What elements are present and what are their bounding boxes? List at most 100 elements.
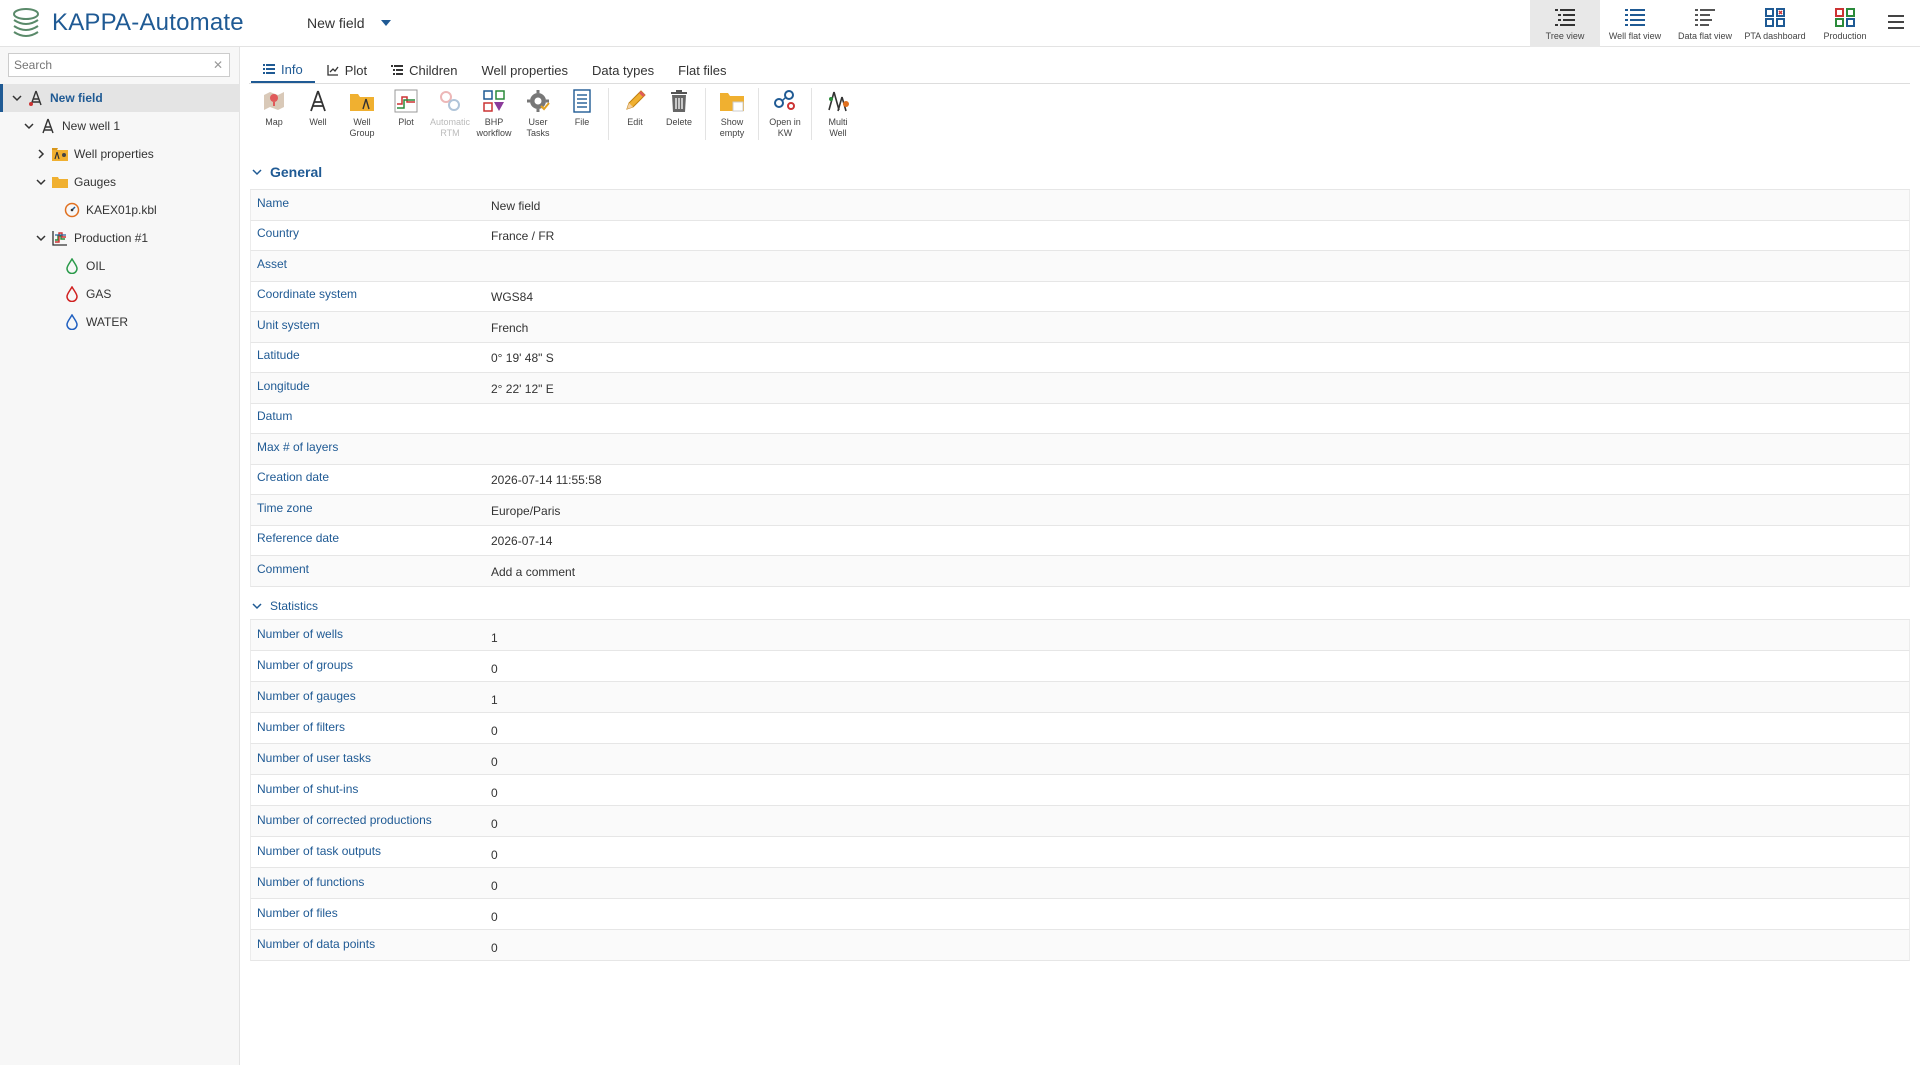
delete-button[interactable]: Delete xyxy=(657,88,701,148)
property-value: New field xyxy=(491,198,541,213)
open-in-kw-button[interactable]: Open in KW xyxy=(763,88,807,148)
tree-item-gauges[interactable]: Gauges xyxy=(0,168,240,196)
well-group-button[interactable]: Well Group xyxy=(340,88,384,148)
tree-item-label: GAS xyxy=(86,287,112,301)
general-section-header[interactable]: General xyxy=(252,164,322,180)
general-row: Name New field xyxy=(250,190,1910,221)
property-value[interactable]: Add a comment xyxy=(491,556,1909,586)
user-tasks-button[interactable]: User Tasks xyxy=(516,88,560,148)
general-row: Reference date 2026-07-14 xyxy=(250,525,1910,556)
statistic-row: Number of task outputs 0 xyxy=(250,837,1910,868)
production-button[interactable]: Production xyxy=(1810,0,1880,47)
well-flat-view-button[interactable]: Well flat view xyxy=(1600,0,1670,47)
general-row: Unit system French xyxy=(250,312,1910,343)
tree-item-gas[interactable]: GAS xyxy=(0,280,240,308)
tree-item-water[interactable]: WATER xyxy=(0,308,240,336)
kappa-logo-icon[interactable] xyxy=(9,6,43,40)
tab-well-properties[interactable]: Well properties xyxy=(470,57,580,83)
well-button[interactable]: Well xyxy=(296,88,340,148)
tree-item-label: New field xyxy=(50,91,103,105)
view-switcher: Tree view Well flat view Data flat view xyxy=(1530,0,1880,47)
view-label: PTA dashboard xyxy=(1744,31,1806,41)
tab-plot[interactable]: Plot xyxy=(315,57,379,83)
tab-children[interactable]: Children xyxy=(379,57,469,83)
tab-info[interactable]: Info xyxy=(251,57,315,83)
well-flat-view-icon xyxy=(1625,9,1645,26)
statistic-row: Number of files 0 xyxy=(250,899,1910,930)
gauge-icon xyxy=(63,201,81,219)
edit-button[interactable]: Edit xyxy=(613,88,657,148)
tool-label: User Tasks xyxy=(526,117,550,138)
show-empty-button[interactable]: Show empty xyxy=(710,88,754,148)
tabs-divider xyxy=(249,83,1910,84)
view-label: Data flat view xyxy=(1677,31,1733,41)
general-row: Max # of layers xyxy=(250,434,1910,465)
user-tasks-icon xyxy=(527,90,550,112)
tab-label: Children xyxy=(409,62,458,78)
chevron-down-icon[interactable] xyxy=(10,91,24,105)
tool-label: Delete xyxy=(665,117,692,127)
multi-well-icon xyxy=(828,91,849,112)
tree-item-new-well-1[interactable]: New well 1 xyxy=(0,112,240,140)
tool-label: Well xyxy=(309,117,327,127)
statistic-row: Number of gauges 1 xyxy=(250,682,1910,713)
clear-search-icon[interactable]: ✕ xyxy=(213,58,223,72)
tree-item-production-1[interactable]: Production #1 xyxy=(0,224,240,252)
tab-label: Plot xyxy=(344,62,368,78)
property-key: Longitude xyxy=(257,378,310,393)
tree-item-well-properties[interactable]: Well properties xyxy=(0,140,240,168)
property-key: Asset xyxy=(257,256,288,271)
plot-button[interactable]: Plot xyxy=(384,88,428,148)
property-key: Coordinate system xyxy=(257,287,358,302)
statistic-row: Number of groups 0 xyxy=(250,651,1910,682)
general-row: Country France / FR xyxy=(250,220,1910,251)
chevron-down-icon[interactable] xyxy=(34,231,48,245)
data-flat-view-button[interactable]: Data flat view xyxy=(1670,0,1740,47)
map-button[interactable]: Map xyxy=(252,88,296,148)
file-button[interactable]: File xyxy=(560,88,604,148)
chevron-right-icon[interactable] xyxy=(34,147,48,161)
property-value: 1 xyxy=(491,693,498,707)
general-row: Coordinate system WGS84 xyxy=(250,281,1910,312)
general-row: Time zone Europe/Paris xyxy=(250,495,1910,526)
multi-well-button[interactable]: Multi Well xyxy=(816,88,860,148)
tree-view-button[interactable]: Tree view xyxy=(1530,0,1600,47)
chevron-down-icon[interactable] xyxy=(34,175,48,189)
tree-item-oil[interactable]: OIL xyxy=(0,252,240,280)
property-value: 0 xyxy=(491,786,498,800)
tab-data-types[interactable]: Data types xyxy=(580,57,666,83)
pta-dashboard-button[interactable]: PTA dashboard xyxy=(1740,0,1810,47)
general-table: Name New field Country France / FR Asset Coor… xyxy=(250,189,1910,587)
edit-icon xyxy=(626,90,646,110)
automatic-rtm-button[interactable]: Automatic RTM xyxy=(428,88,472,148)
pta-dashboard-icon xyxy=(1765,8,1785,27)
property-key: Number of corrected productions xyxy=(257,813,432,827)
hamburger-menu-icon[interactable] xyxy=(1888,15,1904,29)
children-icon xyxy=(391,65,404,75)
tree-item-new-field[interactable]: New field xyxy=(0,84,240,112)
statistics-table: Number of wells 1 Number of groups 0 Number … xyxy=(250,619,1910,961)
file-icon xyxy=(573,89,591,113)
tree-item-label: Well properties xyxy=(74,147,154,161)
chevron-down-icon[interactable] xyxy=(22,119,36,133)
statistics-section-header[interactable]: Statistics xyxy=(252,599,318,613)
water-drop-icon xyxy=(63,313,81,331)
general-row: Asset xyxy=(250,251,1910,282)
oil-drop-icon xyxy=(63,257,81,275)
property-key: Creation date xyxy=(257,470,330,485)
automatic-rtm-icon xyxy=(440,91,460,111)
bhp-workflow-button[interactable]: BHP workflow xyxy=(472,88,516,148)
tab-flat-files[interactable]: Flat files xyxy=(666,57,738,83)
property-key: Number of functions xyxy=(257,875,365,889)
app-title: KAPPA-Automate xyxy=(52,9,244,36)
toolbar-separator xyxy=(811,88,812,140)
search-input[interactable] xyxy=(9,54,204,76)
property-value: 0 xyxy=(491,817,498,831)
statistic-row: Number of wells 1 xyxy=(250,620,1910,651)
tool-label: Plot xyxy=(398,117,414,127)
tree-item-kaex01p[interactable]: KAEX01p.kbl xyxy=(0,196,240,224)
chevron-down-icon xyxy=(252,169,262,176)
field-selector[interactable]: New field xyxy=(307,15,391,31)
detail-tabs: Info Plot Children Well properties Data … xyxy=(251,57,739,83)
top-header: KAPPA-Automate New field Tree view Well … xyxy=(0,0,1920,47)
